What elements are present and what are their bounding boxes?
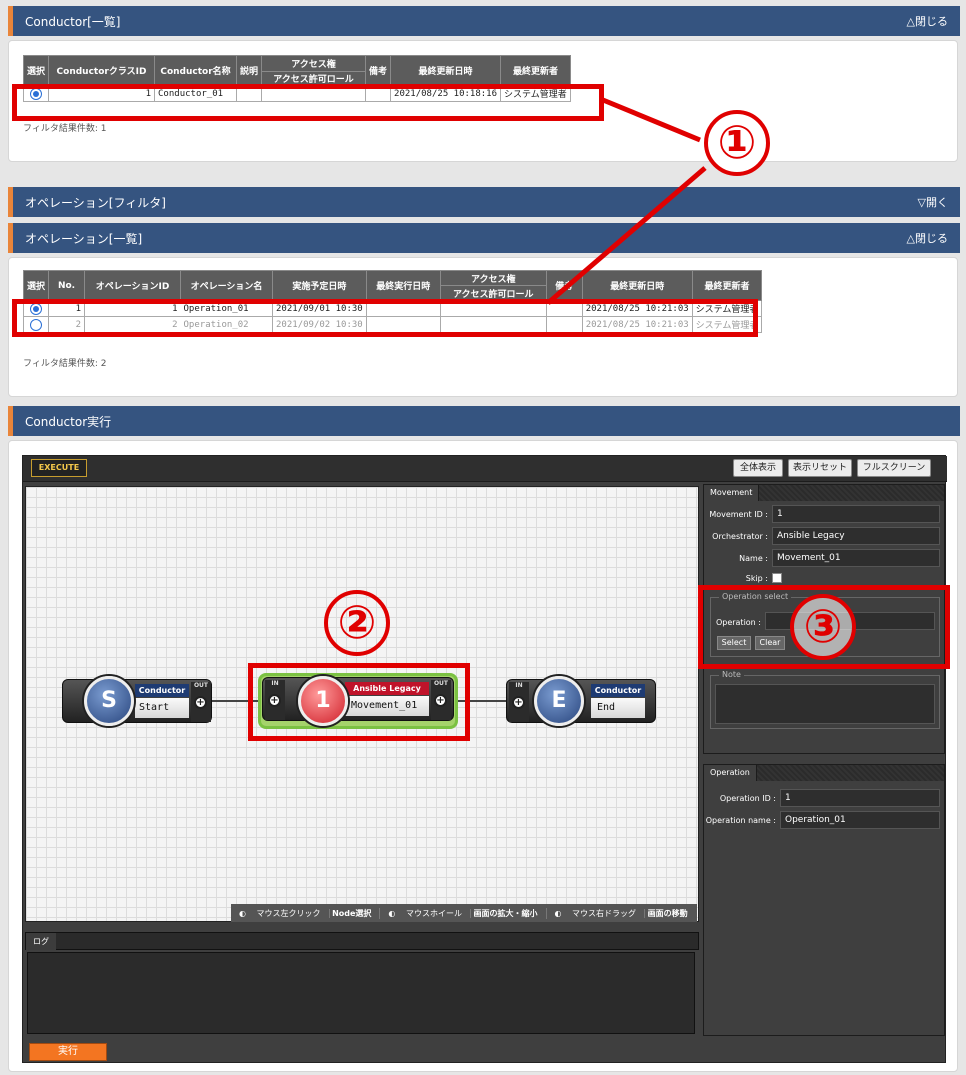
field-label: Movement ID : [709, 510, 768, 519]
mouse-hint-bar: ◐ マウス左クリック Node選択 ◐ マウスホイール 画面の拡大・縮小 ◐ マ… [231, 904, 697, 922]
note-textarea[interactable] [715, 684, 935, 724]
highlight-box-2 [248, 663, 470, 741]
orchestrator-field: Ansible Legacy [772, 527, 940, 545]
field-label: Name : [739, 554, 768, 563]
operation-name-field: Operation_01 [780, 811, 940, 829]
end-circle[interactable]: E [534, 676, 584, 726]
fullscreen-button[interactable]: フルスクリーン [857, 459, 931, 477]
port-label: IN [515, 682, 523, 689]
movement-id-field: 1 [772, 505, 940, 523]
callout-1: ① [704, 110, 770, 176]
note-group: Note [710, 670, 940, 729]
field-label: Operation name : [705, 816, 776, 825]
plug-icon: + [194, 696, 207, 709]
node-label: End [591, 698, 645, 718]
field-label: Operation ID : [719, 794, 776, 803]
skip-checkbox[interactable] [772, 573, 782, 583]
hint-wheel: ◐ マウスホイール 画面の拡大・縮小 [380, 907, 547, 919]
name-field: Movement_01 [772, 549, 940, 567]
plug-icon: + [512, 696, 525, 709]
conductor-editor: EXECUTE 全体表示 表示リセット フルスクリーン Conductor St… [22, 455, 947, 1063]
callout-2: ② [324, 590, 390, 656]
callout-3: ③ [790, 594, 856, 660]
editor-toolbar: EXECUTE 全体表示 表示リセット フルスクリーン [23, 456, 947, 482]
movement-tab[interactable]: Movement [704, 485, 760, 501]
reset-view-button[interactable]: 表示リセット [788, 459, 852, 477]
fit-all-button[interactable]: 全体表示 [733, 459, 783, 477]
in-port[interactable]: IN + [509, 682, 529, 722]
section-title: Conductor実行 [25, 414, 112, 429]
operation-panel: Operation Operation ID : 1 Operation nam… [703, 764, 945, 1036]
out-port[interactable]: OUT + [191, 682, 211, 722]
operation-id-field: 1 [780, 789, 940, 807]
port-label: OUT [193, 682, 209, 689]
callout-connector-lines [546, 97, 707, 305]
start-circle[interactable]: S [84, 676, 134, 726]
hint-left-click: ◐ マウス左クリック Node選択 [231, 907, 381, 919]
run-button[interactable]: 実行 [29, 1043, 107, 1061]
operation-tab[interactable]: Operation [704, 765, 757, 781]
node-header: Conductor [591, 684, 645, 697]
log-output [27, 952, 695, 1034]
field-label: Orchestrator : [712, 532, 768, 541]
field-label: Skip : [745, 574, 768, 583]
hint-right-drag: ◐ マウス右ドラッグ 画面の移動 [554, 908, 688, 918]
conductor-exec-header: Conductor実行 [8, 406, 960, 436]
execute-mode-button[interactable]: EXECUTE [31, 459, 87, 477]
node-header: Conductor [135, 684, 189, 697]
group-legend: Note [719, 670, 744, 679]
node-label: Start [135, 698, 189, 718]
log-tab-bar: ログ [25, 932, 699, 950]
log-tab[interactable]: ログ [26, 933, 56, 950]
